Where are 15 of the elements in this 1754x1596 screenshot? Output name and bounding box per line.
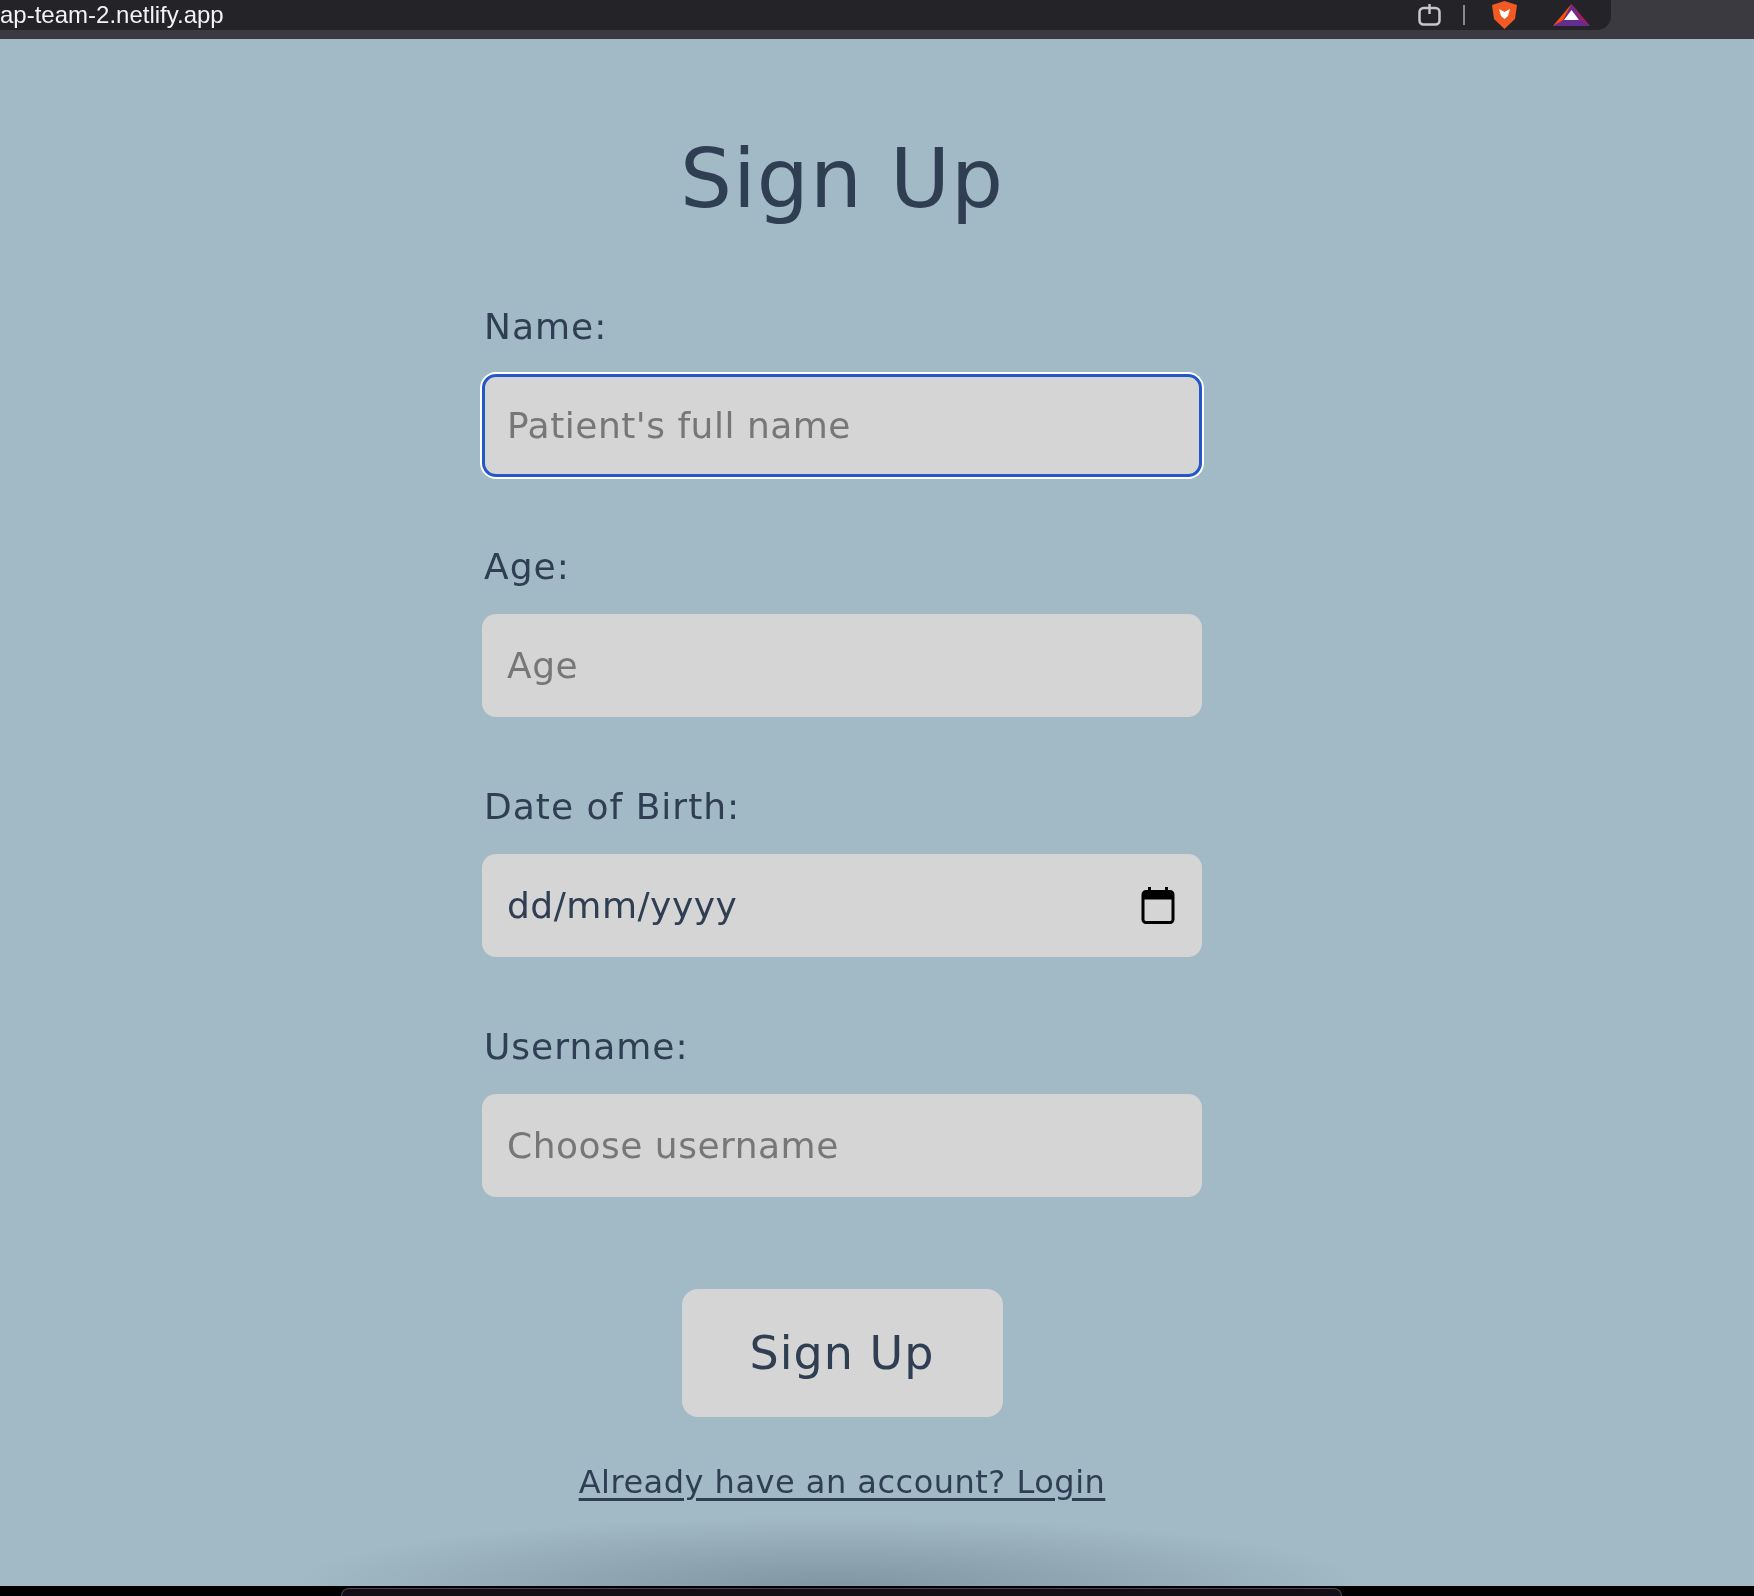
- url-text[interactable]: ap-team-2.netlify.app: [0, 1, 224, 29]
- input-field[interactable]: Age: [482, 614, 1202, 717]
- login-link[interactable]: Already have an account? Login: [578, 1463, 1106, 1501]
- shield-icon[interactable]: [1492, 1, 1517, 29]
- field-label: Name:: [483, 305, 608, 348]
- calendar-icon[interactable]: [1141, 887, 1175, 924]
- triangle-icon[interactable]: [1553, 4, 1590, 26]
- date-field[interactable]: dd/mm/yyyy: [482, 854, 1202, 957]
- input-field[interactable]: Patient's full name: [482, 374, 1202, 477]
- field-label: Age:: [483, 545, 570, 588]
- field-label: Date of Birth:: [483, 785, 741, 828]
- input-field[interactable]: Choose username: [482, 1094, 1202, 1197]
- share-icon[interactable]: [1418, 4, 1441, 26]
- field-label: Username:: [483, 1025, 689, 1068]
- sign-up-button[interactable]: Sign Up: [681, 1289, 1003, 1417]
